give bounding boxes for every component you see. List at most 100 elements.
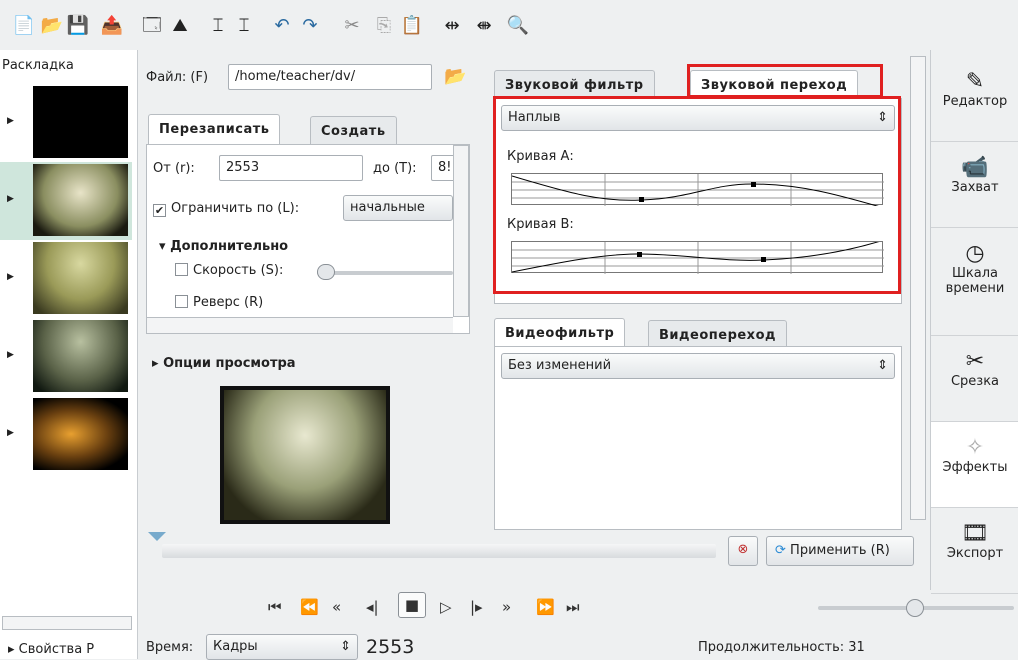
new-file-icon[interactable]: 📄 (12, 14, 36, 38)
preview-monitor (220, 386, 390, 524)
clip-hscrollbar[interactable] (147, 317, 453, 333)
undo-icon[interactable]: ↶ (270, 14, 294, 38)
tab-overwrite[interactable]: Перезаписать (148, 114, 281, 144)
time-units-select[interactable]: Кадры ⇕ (206, 634, 358, 660)
mode-export[interactable]: 🎞 Экспорт (931, 508, 1018, 594)
video-filter-panel: Без изменений ⇕ (494, 346, 902, 530)
properties-label[interactable]: ▸ Свойства Р (8, 642, 94, 657)
expand-arrow-icon[interactable]: ▶ (7, 350, 14, 360)
next-scene-button[interactable]: ⏩ (536, 598, 555, 616)
storyboard-sidebar: Раскладка ▶ ▶ ▶ ▶ ▶ ▸ Свойства Р (0, 50, 138, 659)
import-icon[interactable]: ⛰ (168, 14, 192, 38)
from-label: От (r): (153, 161, 195, 176)
mode-capture[interactable]: 📹 Захват (931, 142, 1018, 228)
cut-marker-right-icon[interactable]: ⌶ (232, 14, 256, 38)
clip-thumbnail (33, 320, 128, 392)
mode-trim[interactable]: ✂ Срезка (931, 336, 1018, 422)
mode-sidebar: ✎ Редактор 📹 Захват ◷ Шкала времени ✂ Срезка… (930, 50, 1018, 594)
apply-button[interactable]: ⟳ Применить (R) (766, 536, 914, 566)
tab-video-filter[interactable]: Видеофильтр (494, 318, 626, 348)
clip-thumbnail (33, 398, 128, 470)
editor-panel: Файл: (F) /home/teacher/dv/ 📂 Перезаписа… (138, 50, 926, 590)
mode-effects[interactable]: ✧ Эффекты (931, 422, 1018, 508)
list-item[interactable]: ▶ (0, 162, 132, 240)
rewind-button[interactable]: « (332, 598, 341, 616)
copy-icon[interactable]: ⎘ (372, 14, 396, 38)
cut-marker-icon[interactable]: ⌶ (206, 14, 230, 38)
go-to-start-button[interactable]: ⏮ (268, 598, 282, 616)
frame-counter: 2553 (366, 636, 415, 658)
expand-arrow-icon[interactable]: ▶ (7, 272, 14, 282)
redo-icon[interactable]: ↷ (298, 14, 322, 38)
speed-slider-handle[interactable] (317, 264, 335, 280)
collapse-icon[interactable]: ⇼ (472, 14, 496, 38)
clip-vscrollbar[interactable] (453, 145, 469, 317)
tab-create[interactable]: Создать (310, 116, 397, 146)
play-button[interactable]: ▷ (440, 598, 452, 616)
advanced-toggle[interactable]: ▾ Дополнительно (159, 239, 288, 254)
toolbar: 📄 📂 💾 📤 🗔 ⛰ ⌶ ⌶ ↶ ↷ ✂ ⎘ 📋 ⇹ ⇼ 🔍 (0, 0, 1018, 50)
expand-arrow-icon[interactable]: ▶ (7, 194, 14, 204)
timeline-icon: ◷ (965, 241, 985, 266)
capture-icon: 📹 (961, 155, 989, 180)
clip-thumbnail (33, 164, 128, 236)
paste-icon[interactable]: 📋 (400, 14, 424, 38)
duration-label: Продолжительность: 31 (698, 640, 865, 655)
position-marker-icon[interactable] (148, 532, 166, 541)
video-filter-select[interactable]: Без изменений ⇕ (501, 353, 895, 379)
list-item[interactable]: ▶ (0, 240, 132, 318)
clip-settings-panel: От (r): 2553 до (T): 8! ✔ Ограничить по (… (146, 144, 470, 334)
speed-checkbox[interactable]: Скорость (S): (175, 263, 283, 278)
storyboard-title: Раскладка (2, 58, 74, 73)
list-item[interactable]: ▶ (0, 84, 132, 162)
limit-checkbox[interactable]: ✔ Ограничить по (L): (153, 201, 299, 217)
speed-slider[interactable] (317, 271, 453, 275)
next-frame-button[interactable]: |▸ (470, 598, 483, 616)
highlight-tab (687, 64, 883, 98)
clip-thumbnail (33, 86, 128, 158)
save-as-icon[interactable]: 🗔 (140, 14, 164, 38)
mode-timeline[interactable]: ◷ Шкала времени (931, 228, 1018, 336)
fast-forward-button[interactable]: » (502, 598, 511, 616)
save-icon[interactable]: 💾 (66, 14, 90, 38)
highlight-panel (493, 96, 901, 294)
cancel-button[interactable]: ⊗ (728, 536, 758, 566)
effects-vscrollbar[interactable] (910, 56, 926, 520)
go-to-end-button[interactable]: ⏭ (566, 598, 580, 616)
clip-thumbnail (33, 242, 128, 314)
file-path-input[interactable]: /home/teacher/dv/ (228, 64, 432, 90)
export-icon: 🎞 (961, 521, 989, 546)
stop-button[interactable]: ■ (398, 592, 426, 618)
to-input[interactable]: 8! (431, 155, 455, 181)
expand-arrow-icon[interactable]: ▶ (7, 116, 14, 126)
expand-icon[interactable]: ⇹ (440, 14, 464, 38)
file-label: Файл: (F) (146, 70, 209, 85)
sidebar-hscrollbar[interactable] (2, 616, 132, 630)
preview-options-toggle[interactable]: ▸ Опции просмотра (152, 356, 296, 371)
effects-icon: ✧ (965, 435, 985, 460)
apply-icon: ⟳ (775, 543, 786, 558)
time-label: Время: (146, 640, 194, 655)
zoom-icon[interactable]: 🔍 (506, 14, 530, 38)
progress-bar (162, 544, 716, 558)
previous-scene-button[interactable]: ⏪ (300, 598, 319, 616)
list-item[interactable]: ▶ (0, 396, 132, 474)
shuttle-slider-handle[interactable] (906, 599, 924, 617)
browse-folder-icon[interactable]: 📂 (444, 66, 466, 87)
trim-icon: ✂ (965, 349, 985, 374)
expand-arrow-icon[interactable]: ▶ (7, 428, 14, 438)
select-arrow-icon: ⇕ (340, 639, 351, 654)
scissors-icon[interactable]: ✂ (340, 14, 364, 38)
select-arrow-icon: ⇕ (877, 358, 888, 373)
to-label: до (T): (373, 161, 417, 176)
editor-icon: ✎ (965, 69, 985, 94)
limit-select[interactable]: начальные (343, 195, 453, 221)
from-input[interactable]: 2553 (219, 155, 363, 181)
checkbox-checked-icon[interactable]: ✔ (153, 204, 166, 217)
mode-editor[interactable]: ✎ Редактор (931, 56, 1018, 142)
list-item[interactable]: ▶ (0, 318, 132, 396)
reverse-checkbox[interactable]: Реверс (R) (175, 295, 263, 310)
previous-frame-button[interactable]: ◂| (366, 598, 379, 616)
export-icon[interactable]: 📤 (100, 14, 124, 38)
open-folder-icon[interactable]: 📂 (40, 14, 64, 38)
